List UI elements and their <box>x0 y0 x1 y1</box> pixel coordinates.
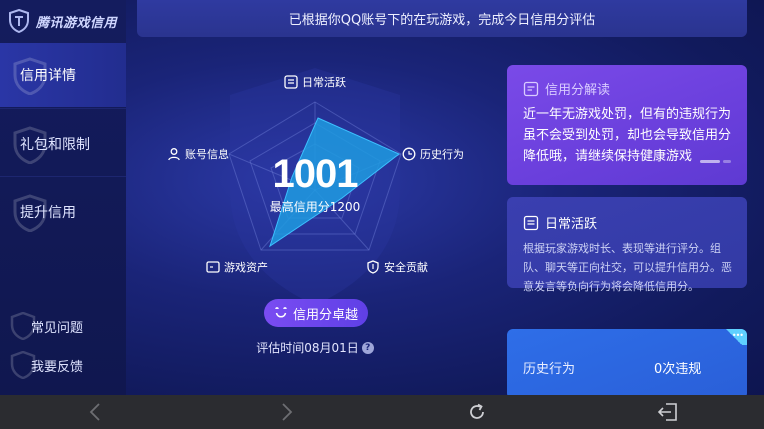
sidebar: 腾讯游戏信用 信用详情 礼包和限制 提升信用 常见问题 我要反馈 <box>0 0 126 395</box>
history-label: 历史行为 <box>523 362 576 377</box>
sidebar-item-label: 提升信用 <box>20 205 76 221</box>
sidebar-item-label: 礼包和限制 <box>20 137 90 153</box>
history-card[interactable]: ••• 历史行为 0次违规 <box>507 329 747 395</box>
axis-label-text: 游戏资产 <box>224 261 268 274</box>
banner-text: 已根据你QQ账号下的在玩游戏，完成今日信用分评估 <box>288 13 596 28</box>
interpretation-text: 近一年无游戏处罚，但有的违规行为虽不会受到处罚，却也会导致信用分降低哦，请继续保… <box>523 107 732 164</box>
feedback-label: 我要反馈 <box>31 359 84 375</box>
axis-assets: 游戏资产 <box>206 259 268 275</box>
sidebar-item-improve-credit[interactable]: 提升信用 <box>0 180 126 244</box>
pager-dot <box>723 160 731 163</box>
interpretation-title: 信用分解读 <box>545 83 611 98</box>
interpretation-card[interactable]: 信用分解读 近一年无游戏处罚，但有的违规行为虽不会受到处罚，却也会导致信用分降低… <box>507 65 747 185</box>
list-icon <box>284 75 298 89</box>
credit-score: 1001 <box>272 152 359 196</box>
forward-icon[interactable] <box>276 401 298 423</box>
smile-icon <box>275 307 287 318</box>
interpretation-header: 信用分解读 <box>523 79 610 98</box>
navigation-bar <box>0 395 764 429</box>
refresh-icon[interactable] <box>466 401 488 423</box>
document-icon <box>523 81 539 96</box>
back-icon[interactable] <box>84 401 106 423</box>
help-icon[interactable]: ? <box>361 341 374 354</box>
credit-grade-button[interactable]: 信用分卓越 <box>264 299 368 327</box>
axis-label-text: 安全贡献 <box>384 261 428 274</box>
daily-activity-text: 根据玩家游戏时长、表现等进行评分。组队、聊天等正向社交，可以提升信用分。恶意发言… <box>523 242 732 293</box>
pager-dot-active <box>700 160 720 163</box>
daily-activity-header: 日常活跃 <box>523 213 597 232</box>
shield-icon <box>366 260 380 274</box>
sidebar-item-credit-details[interactable]: 信用详情 <box>0 43 126 107</box>
faq-link[interactable]: 常见问题 <box>0 312 126 340</box>
brand-name: 腾讯游戏信用 <box>36 15 118 31</box>
status-banner: 已根据你QQ账号下的在玩游戏，完成今日信用分评估 <box>137 0 747 37</box>
wallet-icon <box>206 260 220 274</box>
faq-label: 常见问题 <box>31 320 84 336</box>
evaluation-time-text: 评估时间08月01日 <box>256 341 359 355</box>
sidebar-item-gifts-limits[interactable]: 礼包和限制 <box>0 112 126 176</box>
shield-logo-icon <box>8 9 30 33</box>
brand: 腾讯游戏信用 <box>8 8 117 34</box>
evaluation-time: 评估时间08月01日 ? <box>150 339 480 356</box>
max-score-label: 最高信用分1200 <box>269 200 361 214</box>
axis-label-text: 日常活跃 <box>302 76 346 89</box>
history-value: 0次违规 <box>654 362 702 377</box>
app-window: 腾讯游戏信用 信用详情 礼包和限制 提升信用 常见问题 我要反馈 已根据你QQ账… <box>0 0 764 395</box>
pager-dots <box>700 160 731 163</box>
exit-icon[interactable] <box>657 401 679 423</box>
feedback-link[interactable]: 我要反馈 <box>0 351 126 379</box>
list-icon <box>523 215 539 230</box>
corner-tag: ••• <box>721 329 747 345</box>
radar-chart: 日常活跃 历史行为 安全贡献 游戏资产 账号信息 1001 最高信用分1200 … <box>150 50 490 360</box>
sidebar-item-label: 信用详情 <box>20 68 76 84</box>
axis-daily-activity: 日常活跃 <box>284 74 346 90</box>
credit-grade-label: 信用分卓越 <box>292 307 358 323</box>
divider <box>0 108 126 109</box>
divider <box>0 176 126 177</box>
daily-activity-card[interactable]: 日常活跃 根据玩家游戏时长、表现等进行评分。组队、聊天等正向社交，可以提升信用分… <box>507 197 747 293</box>
daily-activity-title: 日常活跃 <box>545 217 598 232</box>
axis-security: 安全贡献 <box>366 259 428 275</box>
